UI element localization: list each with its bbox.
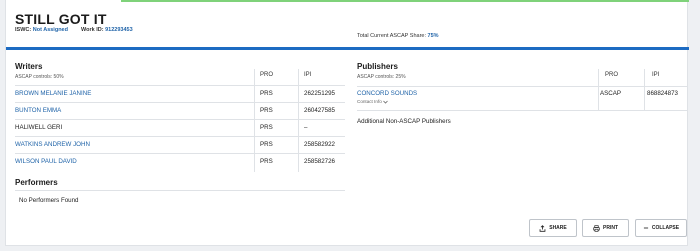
share-icon — [539, 224, 546, 232]
print-button[interactable]: PRINT — [582, 219, 629, 237]
work-detail-card: STILL GOT IT ISWC: Not Assigned Work ID:… — [5, 0, 689, 246]
contact-info-label: Contact Info — [357, 99, 382, 104]
collapse-label: COLLAPSE — [651, 225, 680, 231]
table-row: HALIWELL GERI PRS – — [15, 119, 345, 136]
minus-icon — [643, 227, 648, 229]
writers-ipi-header: IPI — [304, 72, 312, 78]
writer-ipi: 258582922 — [304, 141, 335, 148]
writer-name-link[interactable]: WILSON PAUL DAVID — [15, 158, 77, 165]
collapse-button[interactable]: COLLAPSE — [635, 219, 687, 237]
publishers-ipi-header: IPI — [652, 72, 660, 78]
publishers-bottom-line — [357, 110, 687, 111]
writers-pro-header: PRO — [260, 72, 274, 78]
writer-ipi: 260427585 — [304, 107, 335, 114]
work-meta: ISWC: Not Assigned Work ID: 912293453 — [15, 27, 133, 33]
chevron-down-icon — [383, 100, 388, 104]
table-row: CONCORD SOUNDS Contact Info ASCAP 868824… — [357, 86, 687, 110]
contact-info-toggle[interactable]: Contact Info — [357, 99, 388, 104]
total-share-value: 75% — [427, 33, 439, 39]
work-id-value: 912293453 — [105, 27, 133, 33]
writer-name-link[interactable]: BROWN MELANIE JANINE — [15, 90, 91, 97]
additional-publishers-link[interactable]: Additional Non-ASCAP Publishers — [357, 118, 451, 125]
performers-heading: Performers — [15, 178, 58, 187]
publishers-pro-header: PRO — [605, 72, 619, 78]
writer-name: HALIWELL GERI — [15, 124, 63, 131]
print-label: PRINT — [603, 225, 618, 231]
printer-icon — [593, 224, 600, 232]
writer-ipi: 258582726 — [304, 158, 335, 165]
table-row: BROWN MELANIE JANINE PRS 262251295 — [15, 85, 345, 102]
top-accent-line — [6, 0, 689, 2]
writer-ipi: – — [304, 124, 308, 131]
iswc-value: Not Assigned — [32, 27, 68, 33]
writer-pro: PRS — [260, 107, 273, 114]
publisher-ipi: 868824873 — [647, 90, 678, 97]
writer-name-link[interactable]: WATKINS ANDREW JOHN — [15, 141, 90, 148]
publishers-heading: Publishers — [357, 62, 398, 71]
writer-pro: PRS — [260, 141, 273, 148]
table-row: WATKINS ANDREW JOHN PRS 258582922 — [15, 136, 345, 153]
writer-pro: PRS — [260, 158, 273, 165]
work-title: STILL GOT IT — [15, 11, 107, 27]
publisher-pro: ASCAP — [600, 90, 621, 97]
publishers-controls: ASCAP controls: 25% — [357, 74, 406, 80]
share-label: SHARE — [549, 225, 567, 231]
publisher-name-link[interactable]: CONCORD SOUNDS — [357, 90, 417, 97]
section-divider-bar — [6, 47, 689, 50]
writer-ipi: 262251295 — [304, 90, 335, 97]
table-row: BUNTON EMMA PRS 260427585 — [15, 102, 345, 119]
writers-heading: Writers — [15, 62, 43, 71]
writers-controls: ASCAP controls: 50% — [15, 74, 64, 80]
table-row: WILSON PAUL DAVID PRS 258582726 — [15, 153, 345, 170]
writer-pro: PRS — [260, 124, 273, 131]
work-id-label: Work ID: — [81, 27, 104, 33]
writer-pro: PRS — [260, 90, 273, 97]
total-share-label: Total Current ASCAP Share: — [357, 33, 426, 39]
performers-empty-text: No Performers Found — [19, 197, 79, 204]
performers-divider — [15, 190, 345, 191]
writer-name-link[interactable]: BUNTON EMMA — [15, 107, 61, 114]
iswc-label: ISWC: — [15, 27, 32, 33]
total-share: Total Current ASCAP Share: 75% — [357, 33, 439, 39]
share-button[interactable]: SHARE — [529, 219, 577, 237]
